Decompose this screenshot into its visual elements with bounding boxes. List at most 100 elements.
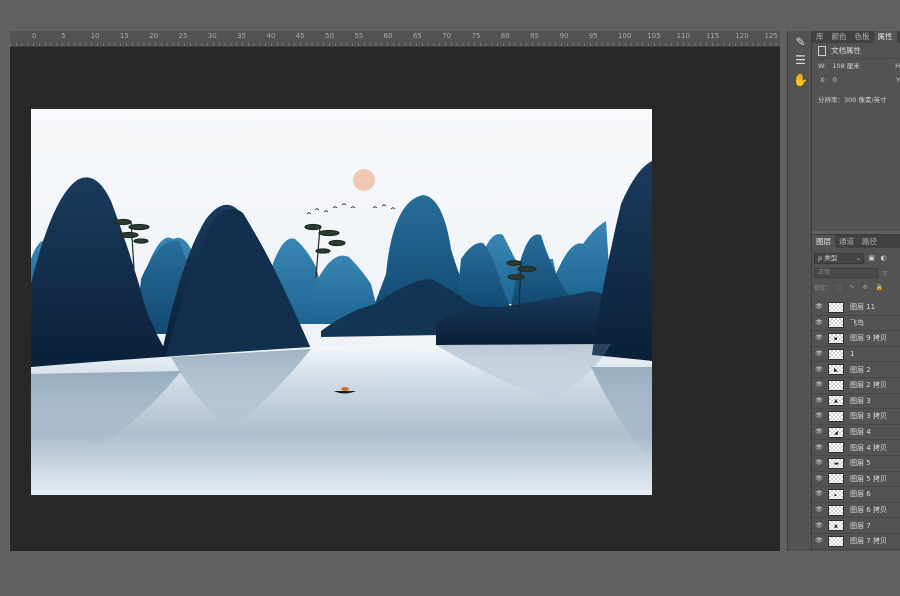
brush-tool-icon[interactable]: ✎ [793, 35, 808, 50]
layer-row[interactable]: 👁 图层 5 拷贝 [812, 472, 900, 488]
layer-thumbnail-mark: ▬ [834, 460, 839, 467]
layer-thumbnail [828, 535, 844, 547]
visibility-eye-icon[interactable]: 👁 [812, 487, 826, 501]
properties-panel: 库 颜色 色板 属性 文档属性 W: 108 厘米 H X: 0 Y 分辨率：3… [812, 31, 900, 231]
layer-name: 图层 5 [850, 459, 871, 468]
layer-row[interactable]: 👁 图层 2 拷贝 [812, 378, 900, 394]
adjust-sliders-icon[interactable]: ☰ [793, 53, 808, 68]
adjustment-filter-icon[interactable]: ◐ [879, 254, 888, 263]
ruler-label: 65 [412, 32, 422, 40]
tab-color[interactable]: 颜色 [828, 31, 851, 43]
landscape-artwork [31, 109, 652, 495]
x-value[interactable]: 0 [833, 76, 837, 84]
layer-thumbnail [828, 348, 844, 360]
layer-thumbnail: ▲ [828, 395, 844, 407]
width-label: W: [818, 62, 827, 70]
layer-row[interactable]: 👁 ▲ 图层 3 [812, 394, 900, 410]
layer-row[interactable]: 👁 ▬ 图层 5 [812, 456, 900, 472]
visibility-eye-icon[interactable]: 👁 [812, 503, 826, 517]
resolution-text: 分辨率：300 像素/英寸 [818, 96, 887, 104]
properties-title: 文档属性 [831, 46, 861, 55]
document-canvas[interactable] [31, 109, 652, 495]
visibility-eye-icon[interactable]: 👁 [812, 316, 826, 330]
layer-thumbnail [828, 473, 844, 485]
x-row[interactable]: X: 0 Y [812, 73, 900, 87]
layer-thumbnail: ▪ [828, 332, 844, 344]
visibility-eye-icon[interactable]: 👁 [812, 394, 826, 408]
layer-row[interactable]: 👁 ◣ 图层 2 [812, 362, 900, 378]
layer-name: 飞鸟 [850, 318, 864, 327]
ruler-label: 5 [61, 32, 66, 40]
layer-row[interactable]: 👁 图层 11 [812, 300, 900, 316]
layer-thumbnail [828, 379, 844, 391]
tab-properties[interactable]: 属性 [873, 31, 897, 43]
layer-thumbnail-mark: ◣ [834, 367, 838, 374]
visibility-eye-icon[interactable]: 👁 [812, 425, 826, 439]
layer-row[interactable]: 👁 1 [812, 347, 900, 363]
ruler-label: 90 [559, 32, 569, 40]
layer-row[interactable]: 👁 图层 6 拷贝 [812, 503, 900, 519]
width-value[interactable]: 108 厘米 [832, 62, 859, 70]
layer-filter-select[interactable]: ρ 类型 ⌄ [814, 252, 864, 264]
visibility-eye-icon[interactable]: 👁 [812, 534, 826, 548]
tab-library[interactable]: 库 [812, 31, 828, 43]
tab-paths[interactable]: 路径 [858, 235, 881, 248]
ruler-label: 60 [383, 32, 393, 40]
blend-mode-select[interactable]: 正常 [814, 268, 878, 278]
ruler-label: 75 [471, 32, 481, 40]
ruler-label: 70 [442, 32, 452, 40]
panel-tool-strip: ✎ ☰ ✋ [787, 31, 812, 551]
tab-layers[interactable]: 图层 [812, 235, 835, 248]
layer-row[interactable]: 👁 ▪ 图层 9 拷贝 [812, 331, 900, 347]
ruler-label: 105 [647, 32, 661, 40]
layer-row[interactable]: 👁 ▲ 图层 7 [812, 518, 900, 534]
width-row[interactable]: W: 108 厘米 H [812, 59, 900, 73]
lock-icons[interactable]: ⬚ ✎ ✥ 🔒 [836, 284, 886, 291]
ruler-label: 95 [588, 32, 598, 40]
hand-paint-icon[interactable]: ✋ [793, 73, 808, 88]
ruler-label: 35 [237, 32, 247, 40]
layer-thumbnail-mark: ▲ [834, 523, 838, 530]
ruler-label: 125 [764, 32, 778, 40]
blend-mode-row: 正常 不 [814, 267, 898, 279]
layer-name: 图层 4 [850, 428, 871, 437]
layer-row[interactable]: 👁 图层 3 拷贝 [812, 409, 900, 425]
ruler-label: 55 [354, 32, 364, 40]
visibility-eye-icon[interactable]: 👁 [812, 331, 826, 345]
visibility-eye-icon[interactable]: 👁 [812, 363, 826, 377]
ruler-label: 40 [266, 32, 276, 40]
visibility-eye-icon[interactable]: 👁 [812, 378, 826, 392]
x-label: X: [820, 76, 827, 84]
ruler-label: 0 [32, 32, 37, 40]
layer-row[interactable]: 👁 飞鸟 [812, 316, 900, 332]
visibility-eye-icon[interactable]: 👁 [812, 456, 826, 470]
visibility-eye-icon[interactable]: 👁 [812, 441, 826, 455]
visibility-eye-icon[interactable]: 👁 [812, 347, 826, 361]
layer-thumbnail-mark: ▪ [834, 335, 838, 342]
visibility-eye-icon[interactable]: 👁 [812, 409, 826, 423]
layer-row[interactable]: 👁 ▴ 图层 6 [812, 487, 900, 503]
layer-thumbnail-mark: ◢ [834, 429, 838, 436]
layer-thumbnail [828, 442, 844, 454]
height-label: H [895, 62, 900, 70]
document-properties-header: 文档属性 [812, 43, 900, 59]
ruler-label: 120 [735, 32, 749, 40]
visibility-eye-icon[interactable]: 👁 [812, 300, 826, 314]
ruler-label: 115 [705, 32, 720, 40]
layer-row[interactable]: 👁 图层 7 拷贝 [812, 534, 900, 550]
layer-row[interactable]: 👁 ◢ 图层 4 [812, 425, 900, 441]
visibility-eye-icon[interactable]: 👁 [812, 472, 826, 486]
visibility-eye-icon[interactable]: 👁 [812, 519, 826, 533]
chevron-down-icon: ⌄ [855, 254, 861, 262]
layer-name: 图层 6 [850, 490, 871, 499]
tab-channels[interactable]: 通道 [835, 235, 858, 248]
canvas-area[interactable] [10, 47, 780, 551]
layer-name: 1 [850, 350, 855, 359]
image-filter-icon[interactable]: ▣ [867, 254, 876, 263]
layer-row[interactable]: 👁 图层 4 拷贝 [812, 440, 900, 456]
layer-thumbnail: ◢ [828, 426, 844, 438]
layer-thumbnail [828, 317, 844, 329]
layer-list: 👁 图层 11 👁 飞鸟 👁 ▪ 图层 9 拷贝 👁 1 👁 ◣ 图层 2 👁 图层 2 拷贝 👁 ▲ 图层 3… [812, 300, 900, 550]
ruler-label: 80 [500, 32, 510, 40]
tab-swatches[interactable]: 色板 [851, 31, 874, 43]
